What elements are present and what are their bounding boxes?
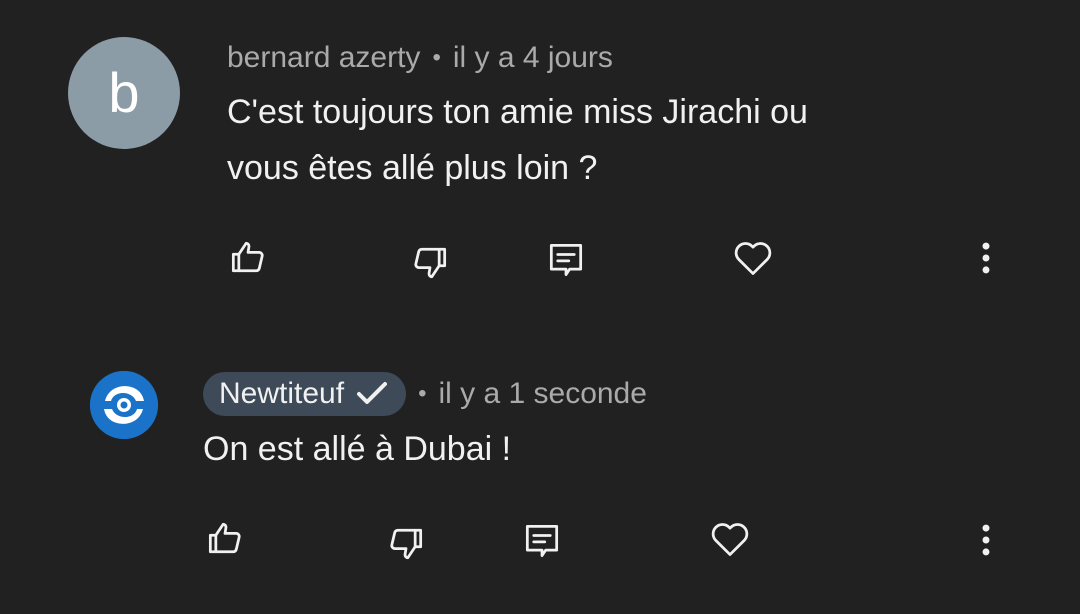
meta-separator: • (432, 44, 441, 71)
thumb-up-icon (231, 241, 264, 273)
dislike-button[interactable] (408, 241, 452, 285)
heart-button[interactable] (731, 236, 775, 280)
author-name: Newtiteuf (219, 377, 345, 410)
more-vert-icon (982, 242, 990, 274)
dislike-button[interactable] (384, 522, 428, 566)
heart-button[interactable] (708, 517, 752, 561)
like-button[interactable] (226, 235, 270, 279)
more-vert-icon (982, 524, 990, 556)
heart-icon (734, 242, 772, 275)
comment-meta: bernard azerty • il y a 4 jours (227, 38, 613, 78)
comment-time[interactable]: il y a 1 seconde (438, 377, 646, 411)
comment-text-line: C'est toujours ton amie miss Jirachi ou (227, 93, 808, 131)
reply-button[interactable] (544, 238, 588, 282)
comment-text: On est allé à Dubai ! (203, 430, 512, 468)
more-options-button[interactable] (964, 518, 1008, 562)
heart-icon (711, 523, 749, 556)
avatar[interactable] (90, 371, 158, 439)
author-name[interactable]: bernard azerty (227, 41, 420, 75)
reply-button[interactable] (520, 519, 564, 563)
comment-text-line: vous êtes allé plus loin ? (227, 149, 598, 187)
comment-item: Newtiteuf • il y a 1 seconde On est allé… (0, 340, 1080, 614)
more-options-button[interactable] (964, 236, 1008, 280)
comment-meta: Newtiteuf • il y a 1 seconde (203, 372, 647, 416)
thumb-up-icon (208, 522, 241, 554)
like-button[interactable] (203, 516, 247, 560)
meta-separator: • (418, 380, 427, 407)
comment-text: C'est toujours ton amie miss Jirachi ou … (227, 84, 947, 196)
comment-time[interactable]: il y a 4 jours (453, 41, 613, 75)
author-chip[interactable]: Newtiteuf (203, 372, 407, 416)
reply-icon (525, 524, 559, 558)
thumb-down-icon (414, 247, 447, 279)
avatar[interactable]: b (68, 37, 180, 149)
reply-icon (549, 243, 583, 277)
channel-logo-icon (90, 371, 158, 439)
comment-item: b bernard azerty • il y a 4 jours C'est … (0, 0, 1080, 300)
thumb-down-icon (390, 528, 423, 560)
checkmark-icon (354, 379, 390, 409)
